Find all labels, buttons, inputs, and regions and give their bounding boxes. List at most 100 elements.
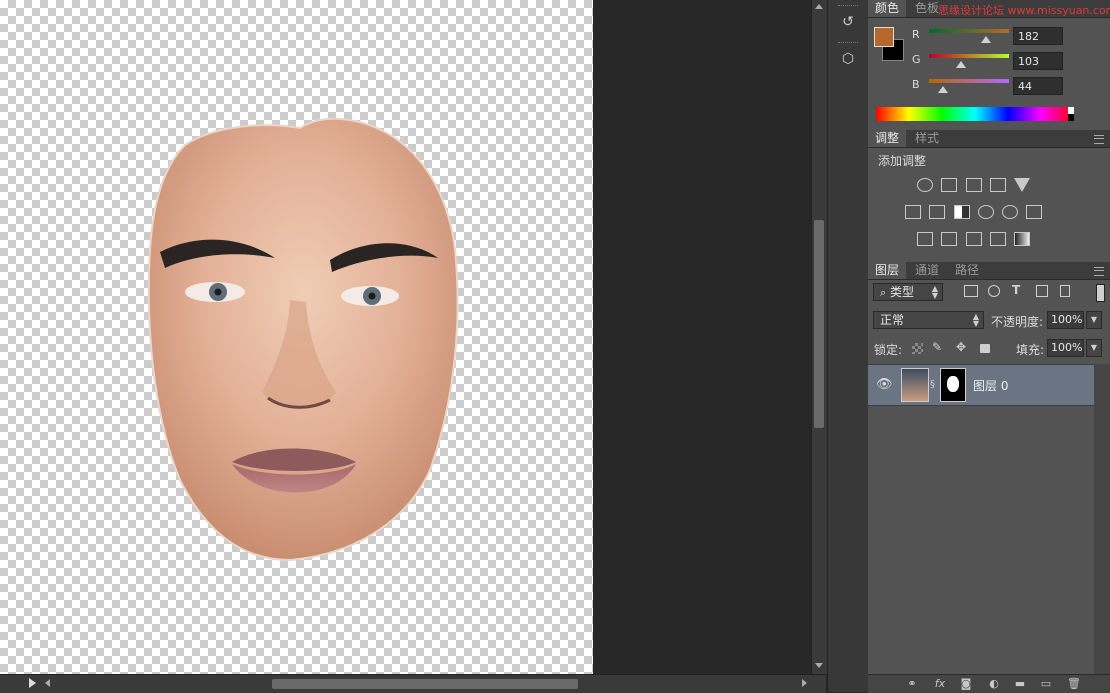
select-arrows-icon: ▲ ▼	[972, 312, 979, 328]
blend-mode-value: 正常	[880, 313, 905, 327]
adjustments-panel-tabbar: 调整 样式	[868, 130, 1110, 148]
tab-layers[interactable]: 图层	[868, 262, 907, 279]
exposure-icon[interactable]	[990, 178, 1006, 192]
layers-scrollbar[interactable]	[1094, 364, 1110, 674]
panel-menu-icon[interactable]	[1094, 135, 1104, 144]
document-canvas[interactable]	[0, 0, 593, 674]
color-panel-tabbar: 颜色 色板 思缘设计论坛 www.missyuan.com	[868, 0, 1110, 18]
lock-image-pixels-brush-icon[interactable]: ✎	[932, 340, 942, 354]
dock-grip[interactable]	[838, 5, 858, 9]
horizontal-scrollbar[interactable]	[0, 674, 826, 693]
pasteboard	[593, 0, 811, 674]
opacity-label: 不透明度:	[991, 315, 1044, 329]
green-value-field[interactable]: 103	[1013, 52, 1063, 70]
tab-adjustments[interactable]: 调整	[868, 130, 907, 147]
tab-paths[interactable]: 路径	[948, 262, 986, 279]
layers-bottom-toolbar: ⚭ fx ◙ ◐ ▬ ▭ 🗑	[868, 674, 1110, 693]
new-layer-icon[interactable]: ▭	[1038, 677, 1054, 690]
channel-label-b: B	[912, 78, 920, 91]
blend-mode-select[interactable]: 正常 ▲ ▼	[873, 311, 984, 329]
color-spectrum-ramp[interactable]	[876, 107, 1074, 121]
layer-filter-kind-label: 类型	[890, 285, 915, 299]
layer-mask-thumbnail[interactable]	[940, 368, 966, 402]
group-icon[interactable]: ▬	[1012, 677, 1028, 690]
fill-dropdown-button[interactable]: ▼	[1086, 339, 1102, 357]
channel-label-r: R	[912, 28, 920, 41]
gradient-map-icon[interactable]	[1014, 232, 1030, 246]
fx-icon[interactable]: fx	[932, 677, 948, 690]
layer-row[interactable]: 👁 § 图层 0	[868, 364, 1094, 406]
lock-transparent-pixels-icon[interactable]	[912, 343, 923, 354]
red-value-field[interactable]: 182	[1013, 27, 1063, 45]
right-panel-column: 颜色 色板 思缘设计论坛 www.missyuan.com R 182 G 10…	[868, 0, 1110, 693]
scroll-left-arrow-icon[interactable]	[45, 679, 50, 687]
curves-icon[interactable]	[966, 178, 982, 192]
brightness-icon[interactable]	[917, 178, 933, 192]
watermark-text: 思缘设计论坛 www.missyuan.com	[938, 4, 1110, 17]
hue-saturation-icon[interactable]	[905, 205, 921, 219]
adjustment-layer-icon[interactable]: ◐	[986, 677, 1002, 690]
selective-color-icon[interactable]	[990, 232, 1006, 246]
blue-slider-thumb[interactable]	[937, 86, 948, 93]
filter-toggle-switch[interactable]	[1096, 284, 1105, 302]
blue-slider-track[interactable]	[929, 79, 1009, 83]
status-menu-play-icon[interactable]	[29, 678, 36, 688]
history-panel-icon[interactable]: ↺	[836, 10, 860, 34]
filter-type-layers-icon[interactable]: T	[1012, 283, 1020, 297]
lock-position-move-icon[interactable]: ✥	[956, 340, 966, 354]
horizontal-scroll-thumb[interactable]	[272, 679, 578, 689]
trash-icon[interactable]: 🗑	[1066, 677, 1082, 690]
vertical-scrollbar[interactable]	[811, 0, 827, 674]
layer-thumbnail[interactable]	[901, 368, 929, 402]
layer-filter-kind-select[interactable]: ⌕ 类型 ▲ ▼	[873, 283, 943, 301]
fill-field[interactable]: 100%	[1047, 339, 1084, 357]
mask-link-chain-icon[interactable]: §	[930, 379, 935, 390]
threshold-icon[interactable]	[966, 232, 982, 246]
opacity-field[interactable]: 100%	[1047, 311, 1084, 329]
opacity-dropdown-button[interactable]: ▼	[1086, 311, 1102, 329]
green-slider-track[interactable]	[929, 54, 1009, 58]
black-white-icon[interactable]	[954, 205, 970, 219]
foreground-color-swatch[interactable]	[874, 27, 894, 47]
link-icon[interactable]: ⚭	[904, 677, 920, 690]
tab-channels[interactable]: 通道	[908, 262, 946, 279]
scroll-up-arrow-icon[interactable]	[815, 4, 823, 9]
layers-panel-tabbar: 图层 通道 路径	[868, 262, 1110, 280]
color-lookup-icon[interactable]	[1026, 205, 1042, 219]
filter-pixel-layers-icon[interactable]	[964, 285, 978, 297]
photo-filter-icon[interactable]	[978, 205, 994, 219]
fill-label: 填充:	[1016, 343, 1045, 357]
blue-value-field[interactable]: 44	[1013, 77, 1063, 95]
filter-adjustment-layers-icon[interactable]	[988, 285, 1000, 297]
search-icon: ⌕	[880, 286, 887, 299]
channel-mixer-icon[interactable]	[1002, 205, 1018, 219]
dock-grip[interactable]	[838, 42, 858, 46]
3d-panel-icon[interactable]: ⬡	[836, 47, 860, 71]
layer-name[interactable]: 图层 0	[973, 377, 1008, 394]
invert-icon[interactable]	[917, 232, 933, 246]
select-arrows-icon: ▲ ▼	[931, 284, 938, 300]
channel-label-g: G	[912, 53, 921, 66]
posterize-icon[interactable]	[941, 232, 957, 246]
red-slider-thumb[interactable]	[981, 36, 992, 43]
scroll-down-arrow-icon[interactable]	[815, 663, 823, 668]
panel-dock-iconbar: ↺ ⬡	[827, 0, 869, 692]
filter-shape-layers-icon[interactable]	[1036, 285, 1048, 297]
filter-smart-objects-icon[interactable]	[1060, 285, 1070, 297]
red-slider-track[interactable]	[929, 29, 1009, 33]
levels-icon[interactable]	[941, 178, 957, 192]
tab-styles[interactable]: 样式	[908, 130, 946, 147]
lock-all-icon[interactable]	[980, 344, 990, 353]
tab-color[interactable]: 颜色	[868, 0, 907, 17]
eye-visibility-icon[interactable]: 👁	[876, 377, 893, 392]
green-slider-thumb[interactable]	[956, 61, 967, 68]
lock-label: 锁定:	[874, 343, 903, 357]
panel-menu-icon[interactable]	[1094, 267, 1104, 276]
scroll-right-arrow-icon[interactable]	[802, 679, 807, 687]
face-image	[147, 117, 459, 562]
vertical-scroll-thumb[interactable]	[814, 220, 824, 428]
adjustments-heading: 添加调整	[878, 154, 927, 168]
add-mask-icon[interactable]: ◙	[958, 677, 974, 690]
vibrance-icon[interactable]	[1014, 178, 1030, 192]
color-balance-icon[interactable]	[929, 205, 945, 219]
